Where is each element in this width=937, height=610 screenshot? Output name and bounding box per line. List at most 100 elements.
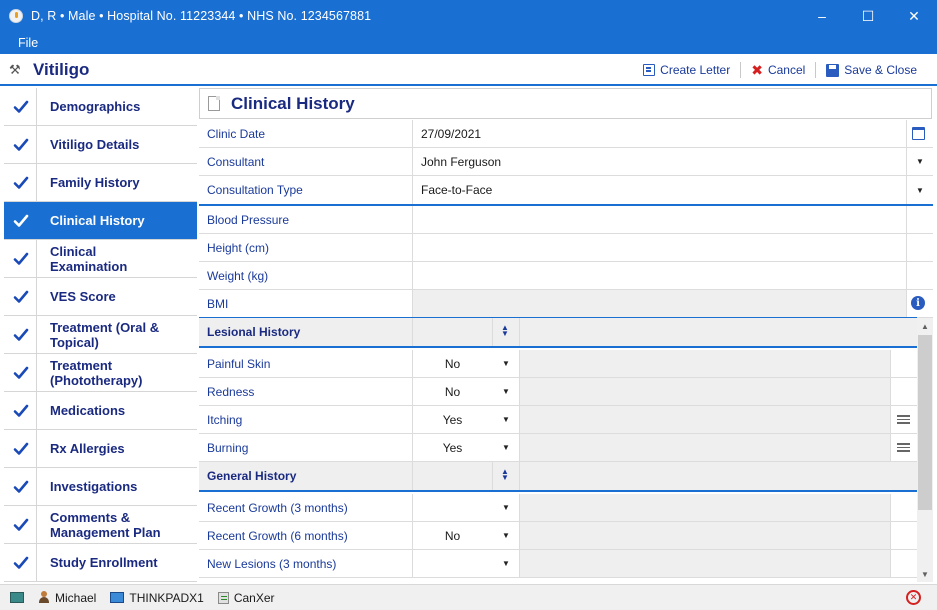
check-column: [4, 506, 37, 543]
sidebar-item[interactable]: Clinical History: [4, 202, 197, 240]
cancel-button[interactable]: ✖ Cancel: [741, 63, 815, 77]
letter-icon: [643, 64, 656, 76]
sidebar-item-label: Family History: [50, 175, 140, 190]
checkmark-icon: [13, 404, 29, 417]
field-label: Blood Pressure: [207, 212, 290, 227]
checkmark-icon: [13, 366, 29, 379]
sidebar-item-label: Demographics: [50, 99, 141, 114]
history-select[interactable]: No: [413, 522, 492, 549]
chevron-down-icon[interactable]: ▼: [493, 550, 519, 577]
check-column: [4, 126, 37, 163]
sidebar-item-label: Medications: [50, 403, 126, 418]
minimize-button[interactable]: –: [799, 0, 845, 32]
maximize-button[interactable]: ☐: [845, 0, 891, 32]
clinical-history-panel: Clinical History Clinic Date 27/09/2021 …: [199, 88, 933, 582]
menu-file[interactable]: File: [18, 36, 38, 50]
field-label: Burning: [207, 440, 249, 455]
save-icon: [826, 63, 840, 77]
calendar-icon[interactable]: [912, 127, 925, 140]
chevron-down-icon[interactable]: ▼: [907, 176, 933, 204]
chevron-down-icon[interactable]: ▼: [493, 494, 519, 521]
field-label: Painful Skin: [207, 356, 271, 371]
scroll-thumb[interactable]: [918, 335, 932, 510]
title-bar: D, R • Male • Hospital No. 11223344 • NH…: [0, 0, 937, 32]
vertical-scrollbar[interactable]: ▲ ▼: [917, 318, 933, 582]
sidebar-item[interactable]: Family History: [4, 164, 197, 202]
history-notes-area: [520, 378, 890, 405]
document-icon: [208, 96, 220, 111]
check-column: [4, 354, 37, 391]
sidebar-item[interactable]: Treatment (Phototherapy): [4, 354, 197, 392]
checkmark-icon: [13, 214, 29, 227]
history-select[interactable]: Yes: [413, 434, 492, 461]
history-select[interactable]: [413, 494, 492, 521]
sidebar-item[interactable]: Rx Allergies: [4, 430, 197, 468]
consultant-select[interactable]: John Ferguson: [421, 148, 501, 175]
sidebar-item-label: Rx Allergies: [50, 441, 125, 456]
desktop-icon: [10, 592, 24, 603]
notes-icon[interactable]: [897, 443, 910, 454]
consultation-type-select[interactable]: Face-to-Face: [421, 176, 492, 204]
create-letter-button[interactable]: Create Letter: [633, 63, 740, 77]
chevron-down-icon[interactable]: ▼: [493, 350, 519, 377]
history-notes-area: [520, 350, 890, 377]
chevron-down-icon[interactable]: ▼: [493, 378, 519, 405]
lesional-history-row: Burning Yes ▼: [199, 434, 917, 462]
check-column: [4, 240, 37, 277]
menu-bar: File: [0, 32, 937, 54]
scroll-down-icon[interactable]: ▼: [917, 566, 933, 582]
chevron-down-icon[interactable]: ▼: [493, 406, 519, 433]
sidebar-item[interactable]: Vitiligo Details: [4, 126, 197, 164]
collapse-icon[interactable]: ▲ ▼: [500, 468, 510, 482]
sidebar-item[interactable]: Medications: [4, 392, 197, 430]
status-user: Michael: [38, 591, 96, 605]
notes-icon[interactable]: [897, 415, 910, 426]
save-close-button[interactable]: Save & Close: [816, 63, 927, 77]
sidebar-item-label: Study Enrollment: [50, 555, 158, 570]
history-select[interactable]: [413, 550, 492, 577]
stop-icon[interactable]: ✕: [906, 590, 921, 605]
section-nav: Demographics Vitiligo Details Family Histo…: [4, 88, 198, 582]
sidebar-item[interactable]: VES Score: [4, 278, 197, 316]
general-history-row: Recent Growth (6 months) No ▼: [199, 522, 917, 550]
history-select[interactable]: No: [413, 378, 492, 405]
app-module-icon: [217, 591, 229, 604]
sidebar-item[interactable]: Comments & Management Plan: [4, 506, 197, 544]
history-select[interactable]: No: [413, 350, 492, 377]
measurement-input[interactable]: [413, 262, 906, 289]
sidebar-item[interactable]: Clinical Examination: [4, 240, 197, 278]
bmi-readonly: [413, 290, 906, 317]
measurement-input[interactable]: [413, 234, 906, 261]
chevron-down-icon[interactable]: ▼: [493, 434, 519, 461]
sidebar-item[interactable]: Demographics: [4, 88, 197, 126]
check-column: [4, 88, 37, 125]
create-letter-label: Create Letter: [660, 63, 731, 77]
sidebar-item-label: Treatment (Phototherapy): [50, 357, 143, 388]
check-column: [4, 278, 37, 315]
history-select[interactable]: Yes: [413, 406, 492, 433]
collapse-icon[interactable]: ▲ ▼: [500, 324, 510, 338]
clinic-date-field[interactable]: 27/09/2021: [421, 120, 481, 147]
sidebar-item[interactable]: Study Enrollment: [4, 544, 197, 582]
sidebar-item-label: Clinical Examination: [50, 243, 128, 274]
sidebar-item[interactable]: Investigations: [4, 468, 197, 506]
lesional-history-row: Itching Yes ▼: [199, 406, 917, 434]
form-title: Vitiligo: [33, 60, 90, 79]
close-button[interactable]: ✕: [891, 0, 937, 32]
cancel-icon: ✖: [751, 62, 763, 78]
app-name: CanXer: [233, 590, 275, 605]
info-icon[interactable]: i: [911, 296, 925, 310]
chevron-down-icon[interactable]: ▼: [907, 148, 933, 175]
checkmark-icon: [13, 100, 29, 113]
general-history-row: New Lesions (3 months) ▼: [199, 550, 917, 578]
sidebar-item-label: Vitiligo Details: [50, 137, 140, 152]
lesional-history-row: Redness No ▼: [199, 378, 917, 406]
chevron-down-icon[interactable]: ▼: [493, 522, 519, 549]
measurement-input[interactable]: [413, 206, 906, 233]
status-bar: Michael THINKPADX1 CanXer ✕: [0, 584, 937, 610]
scroll-up-icon[interactable]: ▲: [917, 318, 933, 334]
general-history-group[interactable]: General History ▲ ▼: [199, 462, 917, 492]
lesional-history-group[interactable]: Lesional History ▲ ▼: [199, 318, 917, 348]
form-header: ⚒ Vitiligo Create Letter ✖ Cancel Save &…: [0, 54, 937, 86]
sidebar-item[interactable]: Treatment (Oral & Topical): [4, 316, 197, 354]
